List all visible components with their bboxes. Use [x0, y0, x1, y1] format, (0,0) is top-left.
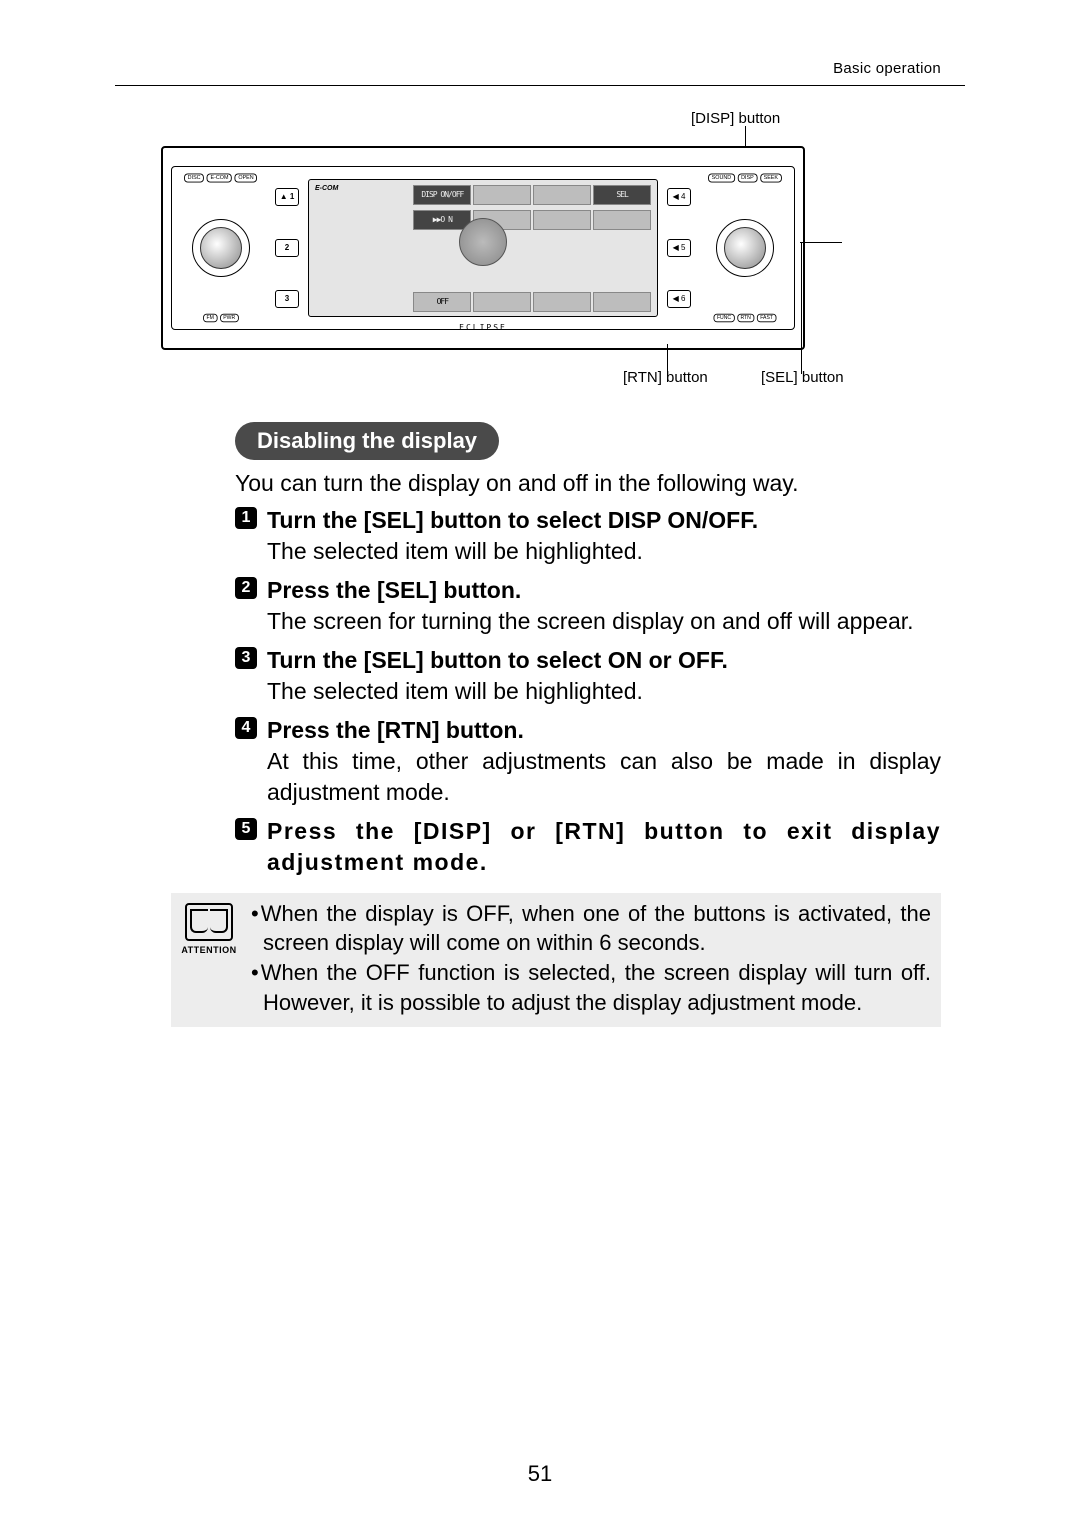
- lcd-row-2: ▶▶O N: [413, 210, 651, 230]
- disp-button: DISP: [738, 174, 758, 183]
- lcd-sel: SEL: [593, 185, 651, 205]
- disc-button: DISC: [184, 174, 204, 183]
- attention-item-1: When the display is OFF, when one of the…: [251, 899, 931, 958]
- fm-am-button: FM: [203, 314, 217, 323]
- page-number: 51: [0, 1461, 1080, 1487]
- book-icon: [185, 903, 233, 941]
- top-left-buttons: DISC E-COM OPEN: [184, 174, 257, 183]
- pointer-line: [801, 242, 802, 374]
- step-number: 4: [235, 717, 257, 739]
- step-title: Press the [DISP] or [RTN] button to exit…: [267, 816, 941, 878]
- manual-page: Basic operation [DISP] button DISC E-COM…: [0, 0, 1080, 1533]
- steps-list: 1 Turn the [SEL] button to select DISP O…: [235, 505, 941, 879]
- step-number: 3: [235, 647, 257, 669]
- step-title: Press the [SEL] button.: [267, 577, 521, 603]
- volume-knob: [192, 219, 250, 277]
- step-title: Turn the [SEL] button to select DISP ON/…: [267, 507, 758, 533]
- lcd-row-3: OFF: [413, 292, 651, 312]
- ecom-button: E-COM: [207, 174, 232, 183]
- step-body: At this time, other adjustments can also…: [267, 746, 941, 808]
- panel-right: SOUND DISP SEEK FUNC RTN FAST: [700, 171, 790, 325]
- step-body: The selected item will be highlighted.: [267, 536, 941, 567]
- step-body: The screen for turning the screen displa…: [267, 606, 941, 637]
- rtn-button: RTN: [737, 314, 754, 323]
- radio-unit-illustration: DISC E-COM OPEN FM PWR ▲ 1 2 3: [161, 146, 805, 350]
- eclipse-logo: ECLIPSE: [309, 323, 657, 332]
- fast-button: FAST: [757, 314, 777, 323]
- preset-2: 2: [275, 239, 299, 257]
- step-number: 5: [235, 818, 257, 840]
- section-title: Disabling the display: [235, 422, 499, 460]
- step-title: Press the [RTN] button.: [267, 717, 524, 743]
- diagram-area: [DISP] button DISC E-COM OPEN FM PWR: [161, 122, 941, 386]
- preset-1: ▲ 1: [275, 188, 299, 206]
- bottom-left-buttons: FM PWR: [203, 314, 238, 323]
- open-button: OPEN: [235, 174, 258, 183]
- pointer-line: [800, 242, 842, 243]
- content: Disabling the display You can turn the d…: [235, 422, 941, 879]
- attention-text: When the display is OFF, when one of the…: [251, 899, 931, 1018]
- preset-6: ◀ 6: [667, 290, 691, 308]
- pointer-line: [745, 126, 746, 146]
- attention-label: ATTENTION: [181, 945, 237, 955]
- step-1: 1 Turn the [SEL] button to select DISP O…: [235, 505, 941, 567]
- label-disp-button: [DISP] button: [691, 110, 780, 127]
- attention-item-2: When the OFF function is selected, the s…: [251, 958, 931, 1017]
- lcd-row-1: DISP ON/OFF SEL: [413, 185, 651, 205]
- pwr-button: PWR: [220, 314, 239, 323]
- step-number: 2: [235, 577, 257, 599]
- preset-3: 3: [275, 290, 299, 308]
- sel-knob: [716, 219, 774, 277]
- label-sel-button: [SEL] button: [761, 369, 844, 386]
- step-number: 1: [235, 507, 257, 529]
- lcd-disp-onoff: DISP ON/OFF: [413, 185, 471, 205]
- panel-left: DISC E-COM OPEN FM PWR: [176, 171, 266, 325]
- func-button: FUNC: [714, 314, 735, 323]
- step-5: 5 Press the [DISP] or [RTN] button to ex…: [235, 816, 941, 878]
- lcd-screen: E-COM CD 8454 DISP ON/OFF SEL ▶▶O N: [308, 179, 658, 317]
- step-4: 4 Press the [RTN] button. At this time, …: [235, 715, 941, 808]
- seek-button: SEEK: [760, 174, 782, 183]
- presets-right: ◀ 4 ◀ 5 ◀ 6: [664, 171, 694, 325]
- attention-box: ATTENTION When the display is OFF, when …: [171, 893, 941, 1028]
- top-right-buttons: SOUND DISP SEEK: [708, 174, 782, 183]
- lcd-dial-graphic: [459, 218, 507, 266]
- header-breadcrumb: Basic operation: [115, 60, 965, 77]
- bottom-right-buttons: FUNC RTN FAST: [714, 314, 777, 323]
- lcd-off: OFF: [413, 292, 471, 312]
- step-3: 3 Turn the [SEL] button to select ON or …: [235, 645, 941, 707]
- preset-4: ◀ 4: [667, 188, 691, 206]
- sound-button: SOUND: [708, 174, 735, 183]
- header-divider: [115, 85, 965, 86]
- section-intro: You can turn the display on and off in t…: [235, 470, 941, 497]
- radio-face: DISC E-COM OPEN FM PWR ▲ 1 2 3: [171, 166, 795, 330]
- lcd-brand: E-COM: [315, 185, 338, 192]
- preset-5: ◀ 5: [667, 239, 691, 257]
- step-body: The selected item will be highlighted.: [267, 676, 941, 707]
- step-title: Turn the [SEL] button to select ON or OF…: [267, 647, 728, 673]
- label-rtn-button: [RTN] button: [623, 369, 708, 386]
- presets-left: ▲ 1 2 3: [272, 171, 302, 325]
- step-2: 2 Press the [SEL] button. The screen for…: [235, 575, 941, 637]
- attention-icon: ATTENTION: [181, 899, 237, 955]
